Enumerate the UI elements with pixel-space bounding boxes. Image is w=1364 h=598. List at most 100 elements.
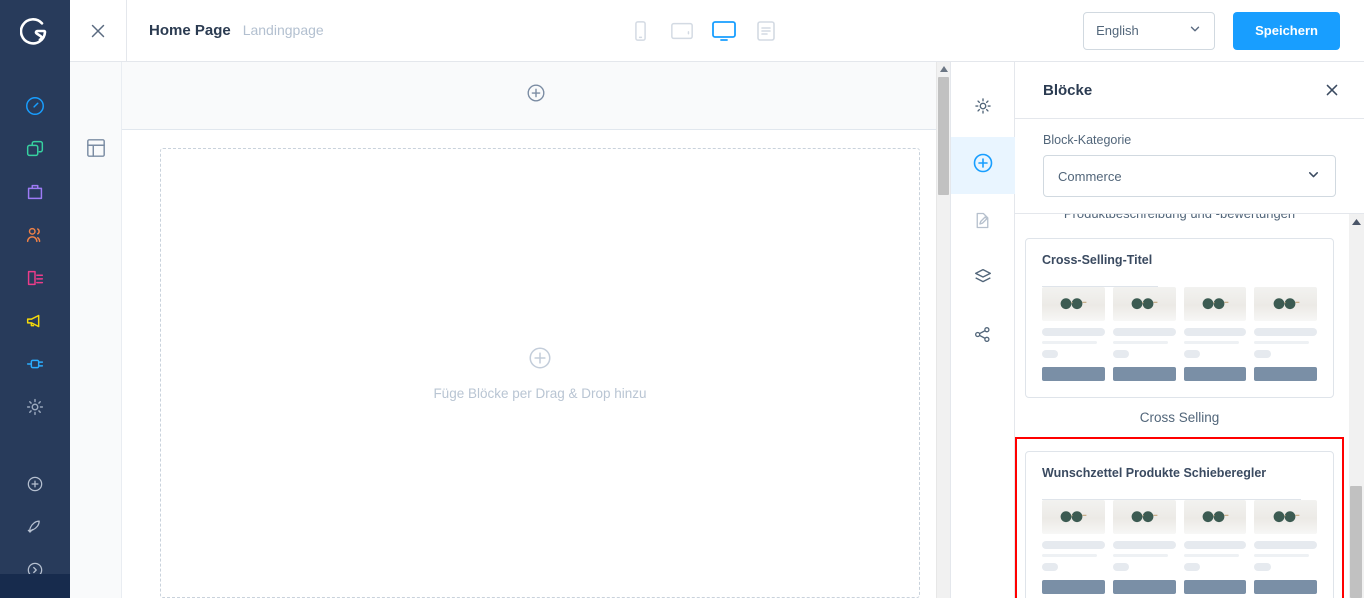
product-tile <box>1112 287 1176 381</box>
sunglasses-thumbnail-icon <box>1183 500 1247 534</box>
language-value: English <box>1096 23 1139 38</box>
share-network-icon <box>972 324 993 350</box>
topbar-actions: English Speichern <box>1083 11 1364 50</box>
block-category-value: Commerce <box>1058 168 1122 184</box>
sunglasses-thumbnail-icon <box>1042 500 1105 534</box>
panel-tab-blocks[interactable] <box>950 137 1015 194</box>
canvas-stage: Füge Blöcke per Drag & Drop hinzu <box>122 130 950 598</box>
panel-scrollbar-thumb[interactable] <box>1350 486 1362 598</box>
sunglasses-thumbnail-icon <box>1183 287 1247 321</box>
canvas-left-rail <box>70 62 122 598</box>
clipped-block-caption: Produktbeschreibung und -bewertungen <box>1015 214 1344 224</box>
add-section-button[interactable] <box>122 62 950 130</box>
sidebar-item-settings[interactable] <box>0 385 70 428</box>
panel-tab-edit[interactable] <box>951 194 1015 251</box>
block-preview-card: Wunschzettel Produkte Schieberegler <box>1025 451 1334 598</box>
sunglasses-thumbnail-icon <box>1254 500 1317 534</box>
scroll-up-arrow-icon[interactable] <box>937 62 951 76</box>
sidebar-item-dashboard[interactable] <box>0 84 70 127</box>
desktop-icon[interactable] <box>711 18 737 44</box>
block-caption: Cross Selling <box>1139 410 1220 425</box>
device-preview-switcher <box>627 18 779 44</box>
top-toolbar: Home Page Landingpage English Speichern <box>70 0 1364 62</box>
product-tile <box>1183 500 1247 594</box>
panel-title: Blöcke <box>1043 81 1093 99</box>
product-tile <box>1183 287 1247 381</box>
product-tiles <box>1042 287 1317 381</box>
sunglasses-thumbnail-icon <box>1112 287 1176 321</box>
panel-tab-share[interactable] <box>951 308 1015 365</box>
sidebar-footer <box>0 574 70 598</box>
page-builder-app: Home Page Landingpage English Speichern … <box>0 0 1364 598</box>
block-category-select[interactable]: Commerce <box>1043 155 1336 197</box>
block-dropzone[interactable]: Füge Blöcke per Drag & Drop hinzu <box>160 148 920 598</box>
canvas-area: Füge Blöcke per Drag & Drop hinzu <box>70 62 950 598</box>
scroll-up-arrow-icon[interactable] <box>1349 214 1364 229</box>
product-tile <box>1112 500 1176 594</box>
tile-action-button <box>1112 367 1176 381</box>
chevron-down-icon <box>1306 167 1321 185</box>
plus-circle-icon <box>525 82 547 109</box>
product-tiles <box>1042 500 1317 594</box>
blocks-panel: Blöcke Block-Kategorie Commerce Cross-Se… <box>950 62 1364 598</box>
panel-icon-rail <box>950 62 1015 598</box>
panel-scrollbar[interactable] <box>1349 214 1364 598</box>
panel-tab-layers[interactable] <box>951 251 1015 308</box>
block-card-title: Cross-Selling-Titel <box>1042 253 1153 267</box>
block-category-filter: Block-Kategorie Commerce <box>1015 119 1364 214</box>
sidebar-item-orders[interactable] <box>0 170 70 213</box>
chevron-down-icon <box>1188 22 1202 39</box>
plus-circle-icon <box>527 345 553 376</box>
gear-icon <box>972 95 994 122</box>
block-list-item[interactable]: Cross-Selling-Titel Cross Selling <box>1015 224 1344 425</box>
save-button[interactable]: Speichern <box>1233 11 1340 50</box>
product-tile <box>1254 287 1317 381</box>
sunglasses-thumbnail-icon <box>1254 287 1317 321</box>
page-title: Home Page <box>149 22 231 39</box>
block-preview-card: Cross-Selling-Titel <box>1025 238 1334 398</box>
dropzone-label: Füge Blöcke per Drag & Drop hinzu <box>433 386 647 401</box>
tablet-icon[interactable] <box>669 18 695 44</box>
shopware-logo-icon[interactable] <box>0 0 70 62</box>
product-tile <box>1042 287 1105 381</box>
layout-template-icon[interactable] <box>86 138 106 163</box>
main-area: Home Page Landingpage English Speichern … <box>70 0 1364 598</box>
sidebar-rocket-icon[interactable] <box>0 505 70 548</box>
sidebar-item-extensions[interactable] <box>0 342 70 385</box>
sidebar-item-customers[interactable] <box>0 213 70 256</box>
panel-header: Blöcke <box>1015 62 1364 119</box>
sidebar-add-button[interactable] <box>0 462 70 505</box>
tile-action-button <box>1042 580 1105 594</box>
breadcrumb-parent: Landingpage <box>242 22 324 38</box>
sidebar-item-content[interactable] <box>0 256 70 299</box>
close-icon[interactable] <box>70 0 127 61</box>
tile-action-button <box>1042 367 1105 381</box>
sunglasses-thumbnail-icon <box>1042 287 1105 321</box>
tile-action-button <box>1254 580 1317 594</box>
product-tile <box>1042 500 1105 594</box>
block-list-item-selected[interactable]: Wunschzettel Produkte Schieberegler <box>1015 437 1344 598</box>
blocks-list[interactable]: Produktbeschreibung und -bewertungen Cro… <box>1015 214 1364 598</box>
product-tile <box>1254 500 1317 594</box>
sidebar-item-marketing[interactable] <box>0 299 70 342</box>
panel-tab-settings[interactable] <box>951 80 1015 137</box>
editor-body: Füge Blöcke per Drag & Drop hinzu Blöcke… <box>70 62 1364 598</box>
breadcrumb: Home Page Landingpage <box>127 22 324 39</box>
list-view-icon[interactable] <box>753 18 779 44</box>
main-sidebar <box>0 0 70 598</box>
canvas-scrollbar-thumb[interactable] <box>938 77 949 195</box>
close-icon[interactable] <box>1322 80 1342 100</box>
tile-action-button <box>1183 367 1247 381</box>
tile-action-button <box>1254 367 1317 381</box>
sidebar-divider-space <box>0 428 70 462</box>
sunglasses-thumbnail-icon <box>1112 500 1176 534</box>
tile-action-button <box>1112 580 1176 594</box>
sidebar-item-catalogues[interactable] <box>0 127 70 170</box>
layers-icon <box>972 266 994 293</box>
language-select[interactable]: English <box>1083 11 1216 50</box>
sidebar-nav-items <box>0 62 70 591</box>
plus-circle-icon <box>971 151 995 180</box>
mobile-icon[interactable] <box>627 18 653 44</box>
canvas-scrollbar[interactable] <box>936 62 950 598</box>
block-card-title: Wunschzettel Produkte Schieberegler <box>1042 466 1267 480</box>
